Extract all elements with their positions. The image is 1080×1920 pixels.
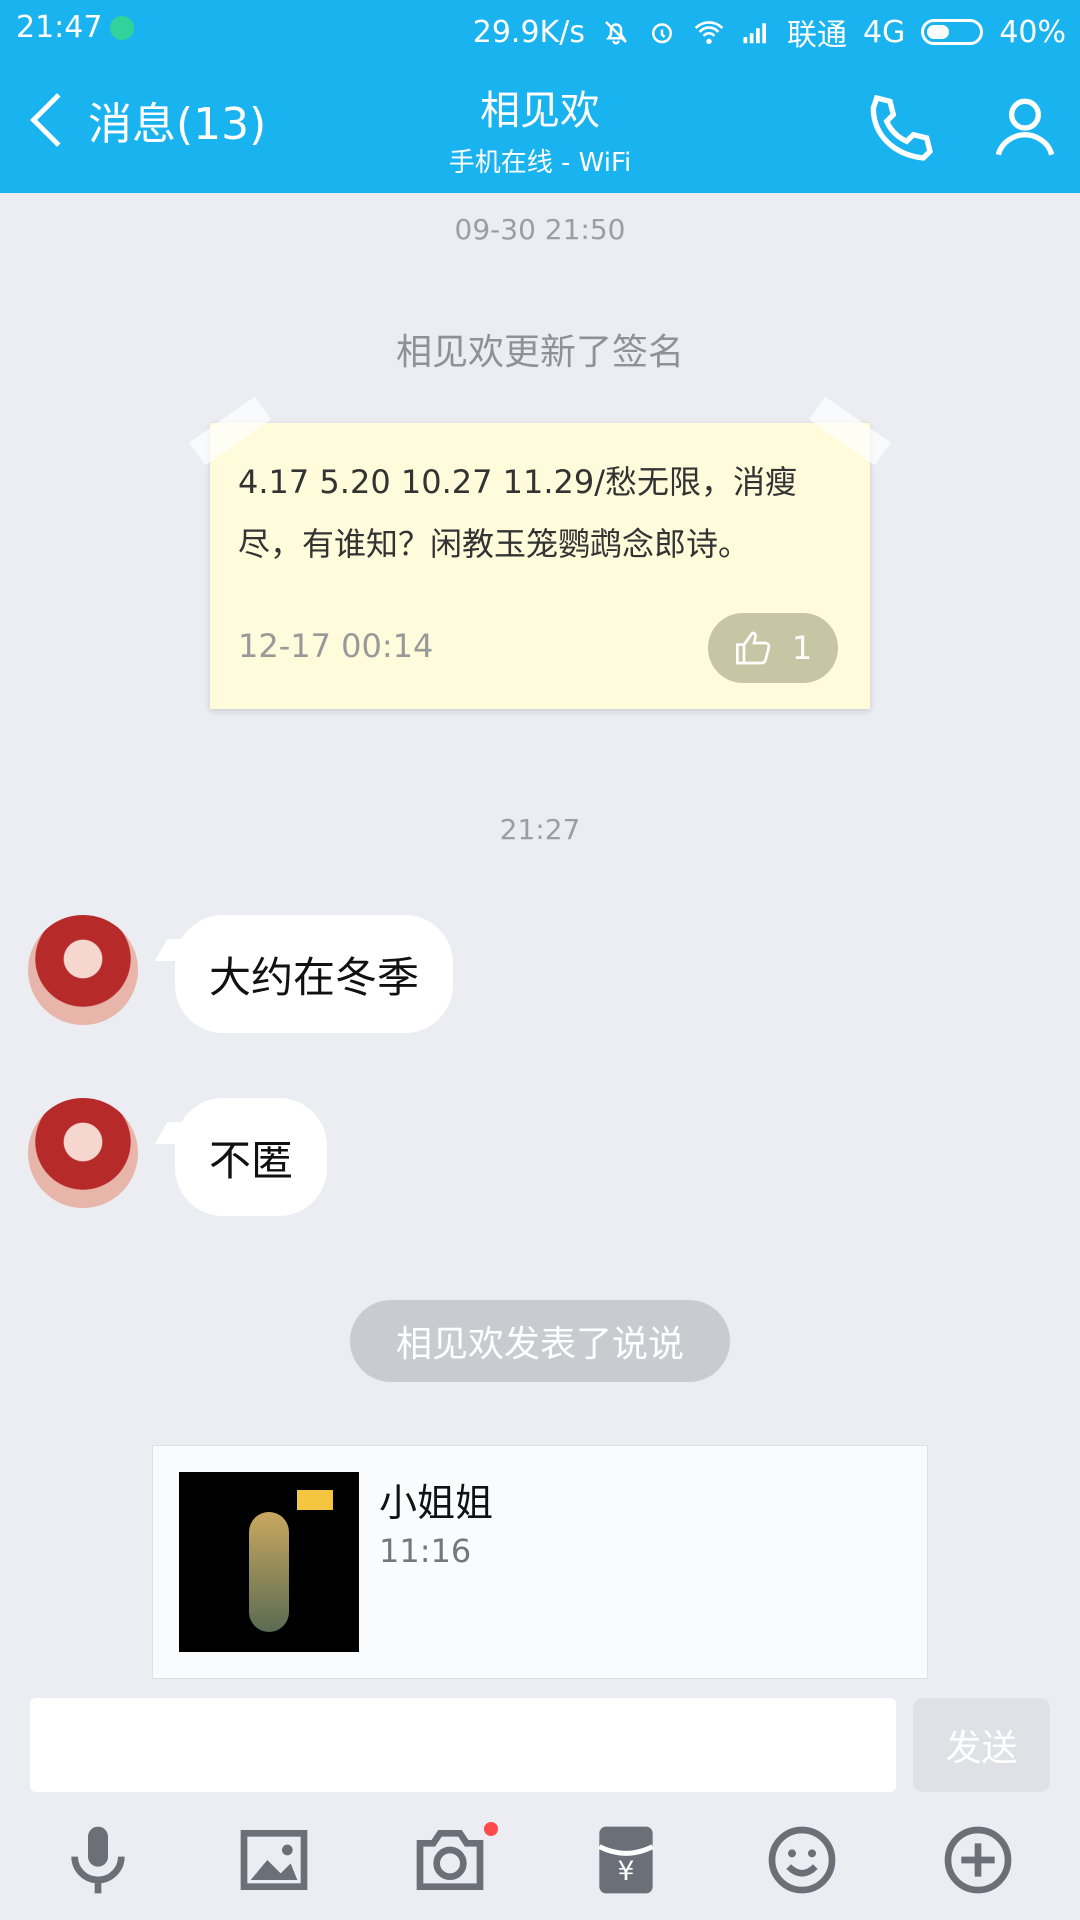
status-bar: 21:47 29.9K/s 联通 4G 40%: [0, 0, 1080, 58]
input-toolbar: ¥: [0, 1820, 1080, 1920]
mute-bell-icon: [605, 21, 627, 45]
microphone-icon[interactable]: [58, 1820, 138, 1900]
wifi-icon: [694, 21, 724, 44]
message-bubble[interactable]: 不匿: [175, 1098, 328, 1216]
signature-text: 4.17 5.20 10.27 11.29/愁无限，消瘦尽，有谁知？闲教玉笼鹦鹉…: [238, 463, 798, 563]
network-type: 4G: [862, 14, 906, 50]
like-count: 1: [791, 629, 813, 667]
message-bubble[interactable]: 大约在冬季: [175, 915, 454, 1033]
alarm-icon: [651, 23, 672, 44]
signature-date: 12-17 00:14: [238, 627, 434, 665]
battery-icon: [921, 19, 984, 45]
post-time: 11:16: [379, 1532, 472, 1570]
emoji-icon[interactable]: [762, 1820, 842, 1900]
profile-icon[interactable]: [985, 88, 1065, 168]
send-button[interactable]: 发送: [913, 1698, 1050, 1792]
timestamp: 09-30 21:50: [454, 213, 626, 246]
message-input[interactable]: [30, 1698, 896, 1792]
thumbnail-badge: [297, 1490, 333, 1510]
avatar[interactable]: [28, 1098, 138, 1208]
post-title: 小姐姐: [379, 1481, 494, 1525]
signature-update-label: 相见欢更新了签名: [395, 332, 684, 373]
signature-note[interactable]: 4.17 5.20 10.27 11.29/愁无限，消瘦尽，有谁知？闲教玉笼鹦鹉…: [189, 396, 891, 709]
chat-header: 消息(13) 相见欢 手机在线 - WiFi: [0, 58, 1080, 193]
post-card[interactable]: 小姐姐 11:16: [152, 1445, 928, 1679]
thumbnail-figure: [249, 1512, 289, 1632]
avatar[interactable]: [28, 915, 138, 1025]
thumbs-up-icon: [735, 631, 771, 665]
network-speed: 29.9K/s: [472, 14, 585, 50]
post-thumbnail: [179, 1472, 359, 1652]
notification-dot: [484, 1822, 498, 1836]
carrier: 联通: [786, 18, 847, 53]
security-icon: [110, 16, 134, 40]
post-notice: 相见欢发表了说说: [350, 1300, 730, 1382]
signal-icon: [743, 23, 766, 44]
phone-icon[interactable]: [860, 88, 940, 168]
timestamp: 21:27: [499, 813, 581, 846]
plus-icon[interactable]: [938, 1820, 1018, 1900]
battery-percent: 40%: [999, 14, 1066, 50]
svg-text:¥: ¥: [618, 1856, 635, 1887]
top-bar: 21:47 29.9K/s 联通 4G 40% 消息(13) 相见欢 手机在线 …: [0, 0, 1080, 193]
image-icon[interactable]: [234, 1820, 314, 1900]
camera-icon[interactable]: [410, 1820, 490, 1900]
chat-area[interactable]: 09-30 21:50 相见欢更新了签名 4.17 5.20 10.27 11.…: [0, 193, 1080, 1693]
status-time: 21:47: [16, 10, 103, 45]
red-packet-icon[interactable]: ¥: [586, 1820, 666, 1900]
like-button[interactable]: 1: [708, 613, 838, 683]
status-right: 29.9K/s 联通 4G 40%: [473, 10, 1066, 54]
